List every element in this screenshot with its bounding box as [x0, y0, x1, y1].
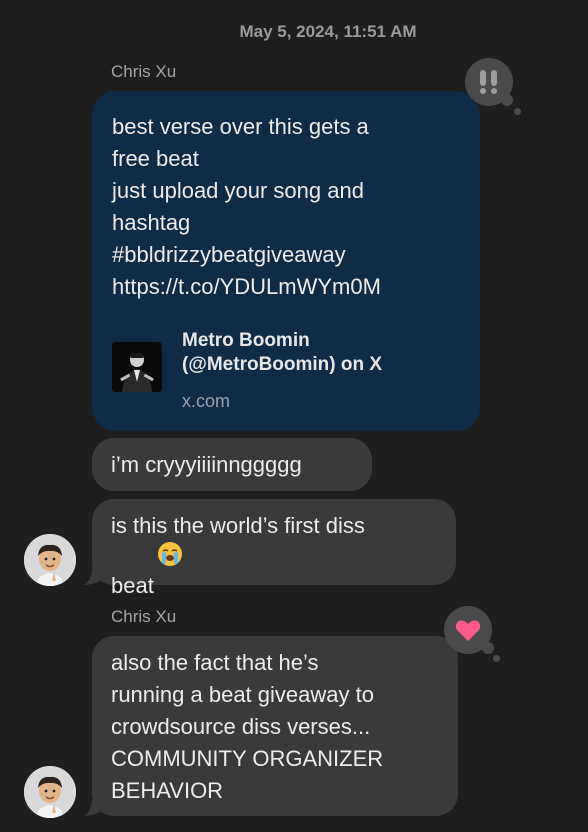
sender-name: Chris Xu — [111, 607, 177, 626]
message-text: best verse over this gets a free beat ju… — [112, 114, 381, 299]
message-bubble[interactable]: is this the world’s first diss beat — [92, 499, 456, 598]
sender-name: Chris Xu — [111, 62, 177, 81]
message-text: i’m cryyyiiiinnggggg — [111, 452, 302, 477]
loudly-crying-face-emoji — [157, 542, 182, 566]
conversation-timestamp: May 5, 2024, 11:51 AM — [239, 22, 417, 41]
preview-title: Metro Boomin (@MetroBoomin) on X — [182, 330, 383, 375]
bubble-tail — [84, 569, 100, 585]
message-bubble[interactable]: i’m cryyyiiiinnggggg — [92, 438, 372, 491]
preview-domain: x.com — [182, 391, 231, 411]
tapback-heart[interactable] — [444, 606, 500, 662]
heart-icon — [455, 619, 481, 647]
avatar[interactable] — [24, 534, 76, 586]
exclamation-icon — [477, 68, 501, 101]
bubble-tail — [84, 800, 100, 816]
preview-thumbnail — [112, 342, 162, 392]
message-bubble[interactable]: also the fact that he’s running a beat g… — [92, 636, 458, 816]
tapback-exclamation[interactable] — [465, 58, 521, 115]
link-message-bubble[interactable]: best verse over this gets a free beat ju… — [92, 91, 480, 431]
avatar[interactable] — [24, 766, 76, 818]
message-text: also the fact that he’s running a beat g… — [111, 650, 384, 803]
message-text: is this the world’s first diss beat — [111, 513, 365, 598]
